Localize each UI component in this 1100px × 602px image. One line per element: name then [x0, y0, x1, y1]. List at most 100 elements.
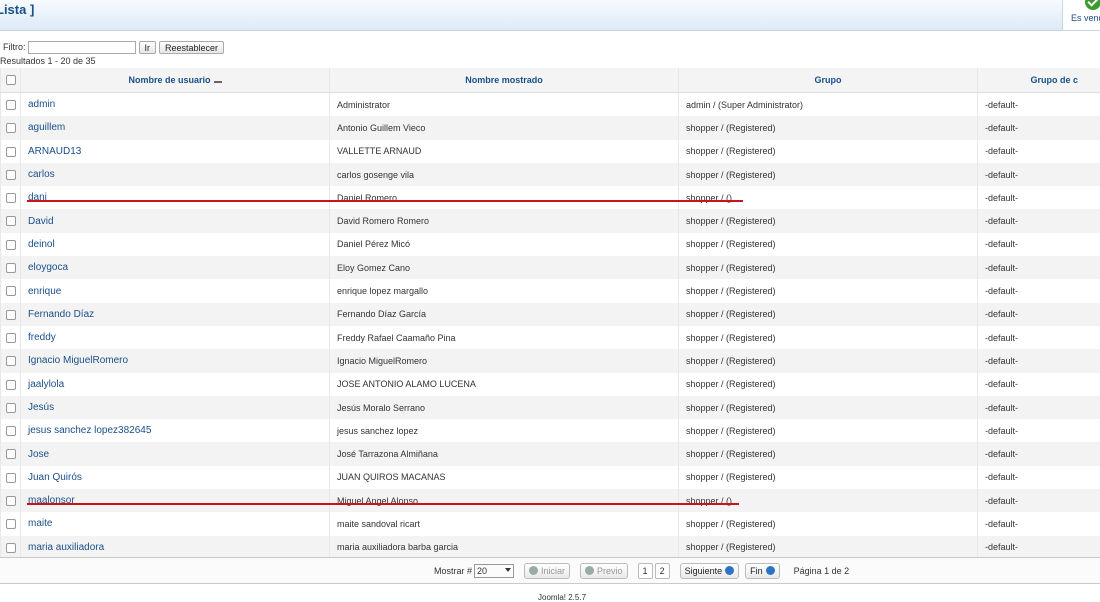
row-checkbox[interactable]	[6, 170, 16, 180]
username-link[interactable]: eloygoca	[28, 262, 68, 273]
display-name-cell: Antonio Guillem Vieco	[330, 116, 679, 139]
username-link[interactable]: Ignacio MiguelRomero	[28, 355, 128, 366]
shopper-group-cell: -default-	[978, 512, 1100, 535]
group-cell: shopper / (Registered)	[679, 256, 978, 279]
end-button[interactable]: Fin	[745, 563, 780, 579]
row-checkbox-cell	[1, 349, 21, 372]
row-checkbox-cell	[1, 442, 21, 465]
row-checkbox[interactable]	[6, 123, 16, 133]
row-checkbox-cell	[1, 396, 21, 419]
row-checkbox[interactable]	[6, 286, 16, 296]
shopper-group-cell: -default-	[978, 373, 1100, 396]
table-row: freddyFreddy Rafael Caamaño Pinashopper …	[1, 326, 1100, 349]
shopper-group-cell: -default-	[978, 279, 1100, 302]
column-header-username[interactable]: Nombre de usuario	[21, 68, 330, 93]
table-row: ARNAUD13VALLETTE ARNAUDshopper / (Regist…	[1, 140, 1100, 163]
username-link[interactable]: Fernando Díaz	[28, 309, 94, 320]
start-button[interactable]: Iniciar	[524, 563, 570, 579]
toolbar-button-label: Es vend	[1071, 13, 1100, 23]
username-link[interactable]: ARNAUD13	[28, 146, 81, 157]
shopper-group-cell: -default-	[978, 419, 1100, 442]
table-row: enriqueenrique lopez margalloshopper / (…	[1, 279, 1100, 302]
group-cell: shopper / (Registered)	[679, 279, 978, 302]
username-cell: carlos	[21, 163, 330, 186]
table-row: deinolDaniel Pérez Micóshopper / (Regist…	[1, 233, 1100, 256]
page-number-1[interactable]: 1	[638, 563, 653, 579]
column-header-display-name[interactable]: Nombre mostrado	[330, 68, 679, 93]
shopper-group-cell: -default-	[978, 396, 1100, 419]
row-checkbox[interactable]	[6, 403, 16, 413]
row-checkbox[interactable]	[6, 216, 16, 226]
next-button[interactable]: Siguiente	[680, 563, 740, 579]
display-name-cell: Daniel Pérez Micó	[330, 233, 679, 256]
display-name-cell: JUAN QUIROS MACANAS	[330, 466, 679, 489]
row-checkbox[interactable]	[6, 380, 16, 390]
username-link[interactable]: maria auxiliadora	[28, 542, 104, 553]
display-name-cell: JOSE ANTONIO ALAMO LUCENA	[330, 373, 679, 396]
username-link[interactable]: carlos	[28, 169, 55, 180]
username-link[interactable]: Juan Quirós	[28, 472, 82, 483]
row-checkbox[interactable]	[6, 263, 16, 273]
go-button[interactable]: Ir	[139, 41, 157, 54]
row-checkbox[interactable]	[6, 543, 16, 553]
shopper-group-cell: -default-	[978, 209, 1100, 232]
username-link[interactable]: jesus sanchez lopez382645	[28, 425, 151, 436]
table-row: JesúsJesús Moralo Serranoshopper / (Regi…	[1, 396, 1100, 419]
row-checkbox[interactable]	[6, 310, 16, 320]
filter-input[interactable]	[28, 41, 136, 54]
table-row: maalonsorMiguel Angel Alonsoshopper / ()…	[1, 489, 1100, 512]
username-link[interactable]: maite	[28, 518, 52, 529]
username-link[interactable]: enrique	[28, 286, 61, 297]
username-link[interactable]: admin	[28, 99, 55, 110]
table-row: maria auxiliadora maria auxiliadora barba…	[1, 536, 1100, 559]
username-cell: David	[21, 209, 330, 232]
shopper-group-cell: -default-	[978, 303, 1100, 326]
username-link[interactable]: freddy	[28, 332, 56, 343]
row-checkbox[interactable]	[6, 426, 16, 436]
row-checkbox[interactable]	[6, 147, 16, 157]
table-row: adminAdministratoradmin / (Super Adminis…	[1, 93, 1100, 117]
username-link[interactable]: Jose	[28, 449, 49, 460]
table-row: aguillemAntonio Guillem Viecoshopper / (…	[1, 116, 1100, 139]
column-header-label: Nombre de usuario	[128, 75, 210, 85]
row-checkbox[interactable]	[6, 356, 16, 366]
toolbar-button-sold[interactable]: Es vend	[1062, 0, 1100, 30]
username-link[interactable]: jaalylola	[28, 379, 64, 390]
select-all-checkbox[interactable]	[6, 75, 16, 85]
username-link[interactable]: aguillem	[28, 122, 65, 133]
row-checkbox[interactable]	[6, 519, 16, 529]
row-checkbox[interactable]	[6, 100, 16, 110]
row-checkbox[interactable]	[6, 333, 16, 343]
select-all-cell	[1, 68, 21, 93]
username-link[interactable]: deinol	[28, 239, 55, 250]
username-link[interactable]: Jesús	[28, 402, 54, 413]
row-checkbox[interactable]	[6, 473, 16, 483]
table-row: Juan Quirós JUAN QUIROS MACANASshopper / …	[1, 466, 1100, 489]
username-cell: Jose	[21, 442, 330, 465]
display-name-cell: Jesús Moralo Serrano	[330, 396, 679, 419]
row-checkbox[interactable]	[6, 449, 16, 459]
username-link[interactable]: David	[28, 216, 54, 227]
group-cell: shopper / (Registered)	[679, 466, 978, 489]
page-size-value: 20	[477, 566, 487, 576]
page-size-select[interactable]: 20	[474, 564, 514, 578]
column-header-label: Grupo	[815, 75, 842, 85]
group-cell: shopper / (Registered)	[679, 349, 978, 372]
prev-button[interactable]: Previo	[580, 563, 628, 579]
filter-label: Filtro:	[3, 42, 26, 52]
display-name-cell: Fernando Díaz García	[330, 303, 679, 326]
row-checkbox[interactable]	[6, 496, 16, 506]
page-number-2[interactable]: 2	[655, 563, 670, 579]
username-cell: Ignacio MiguelRomero	[21, 349, 330, 372]
shopper-group-cell: -default-	[978, 233, 1100, 256]
table-row: JoseJosé Tarrazona Almiñanashopper / (Re…	[1, 442, 1100, 465]
display-name-cell: maria auxiliadora barba garcia	[330, 536, 679, 559]
column-header-shopper-group[interactable]: Grupo de c	[978, 68, 1100, 93]
footer-version: Joomla! 2.5.7	[538, 593, 586, 602]
row-checkbox[interactable]	[6, 193, 16, 203]
next-label: Siguiente	[685, 564, 723, 578]
table-row: daniDaniel Romeroshopper / ()-default-	[1, 186, 1100, 209]
username-cell: deinol	[21, 233, 330, 256]
reset-button[interactable]: Reestablecer	[159, 41, 224, 54]
row-checkbox[interactable]	[6, 240, 16, 250]
